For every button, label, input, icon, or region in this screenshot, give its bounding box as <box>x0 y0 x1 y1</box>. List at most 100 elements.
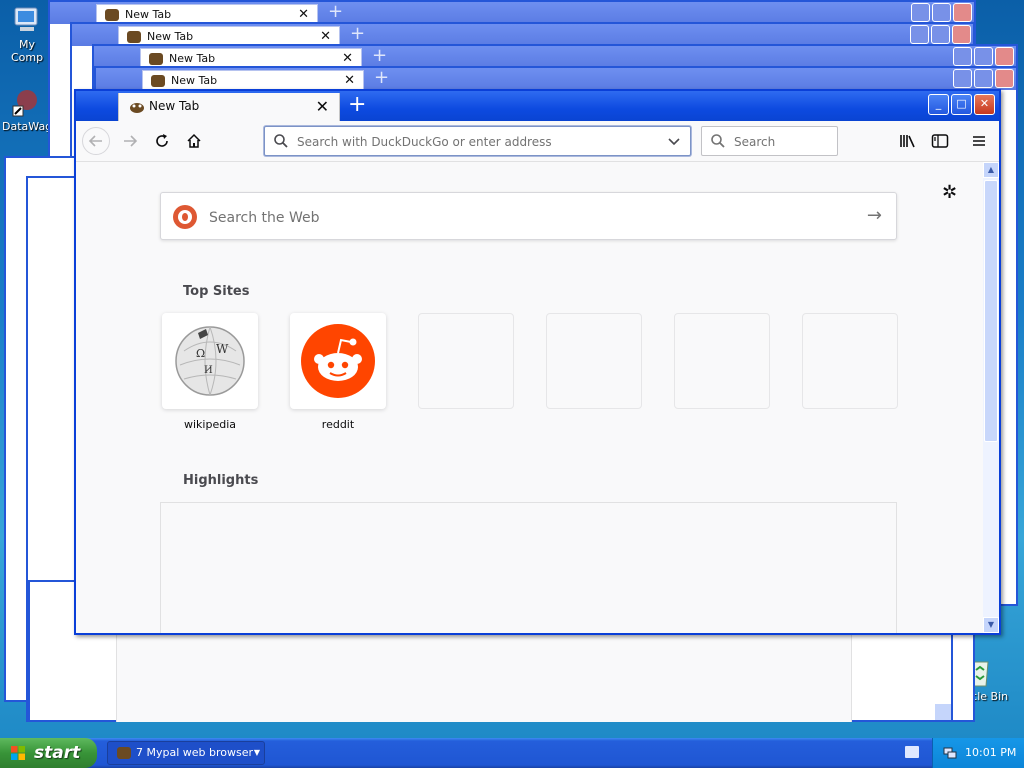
home-button[interactable] <box>182 129 206 153</box>
close-tab-icon[interactable]: ✕ <box>344 71 355 91</box>
close-window-button[interactable] <box>953 3 972 22</box>
background-titlebar: New Tab ✕ + <box>94 46 1016 68</box>
background-tab[interactable]: New Tab ✕ <box>142 70 364 90</box>
search-icon <box>711 134 725 148</box>
window-controls: _ □ ✕ <box>928 94 995 115</box>
top-sites-title: Top Sites <box>183 284 250 299</box>
scroll-up-button[interactable]: ▲ <box>983 162 999 178</box>
vertical-scrollbar[interactable]: ▲ ▼ <box>983 162 999 633</box>
duckduckgo-icon <box>173 205 197 229</box>
top-site-tile-empty <box>802 313 898 409</box>
mypal-favicon-icon <box>151 75 165 87</box>
desktop-icon-label: DataWag <box>2 120 53 133</box>
reload-button[interactable] <box>150 129 174 153</box>
system-tray: 10:01 PM <box>932 738 1024 768</box>
taskbar-button-label: 7 Mypal web browser <box>136 746 254 759</box>
new-tab-icon[interactable]: + <box>350 24 365 44</box>
clock[interactable]: 10:01 PM <box>965 738 1016 768</box>
minimize-button[interactable] <box>910 25 929 44</box>
scroll-down-button[interactable]: ▼ <box>983 617 999 633</box>
background-titlebar: New Tab ✕ + <box>72 24 973 46</box>
web-search-box[interactable]: → <box>160 192 897 240</box>
minimize-button[interactable] <box>953 69 972 88</box>
mypal-favicon-icon <box>105 9 119 21</box>
highlights-title: Highlights <box>183 473 259 488</box>
maximize-button[interactable] <box>974 47 993 66</box>
window-controls <box>953 47 1014 66</box>
background-tab-title: New Tab <box>171 74 218 87</box>
tab-new-tab[interactable]: New Tab ✕ <box>118 93 340 121</box>
library-icon <box>900 135 915 148</box>
chevron-down-icon[interactable] <box>666 133 682 149</box>
gear-icon[interactable]: ✲ <box>942 182 957 203</box>
close-window-button[interactable] <box>995 69 1014 88</box>
taskbar-button-mypal[interactable]: 7 Mypal web browser ▼ <box>107 741 265 765</box>
sidebar-icon <box>931 134 949 148</box>
mypal-favicon-icon <box>117 747 131 759</box>
desktop-icon-datawag[interactable]: DataWag <box>2 86 52 133</box>
computer-icon <box>11 4 43 36</box>
svg-text:W: W <box>216 342 229 356</box>
top-site-tile-reddit[interactable] <box>290 313 386 409</box>
top-site-label: wikipedia <box>183 418 236 431</box>
maximize-button[interactable]: □ <box>951 94 972 115</box>
maximize-button[interactable] <box>931 25 950 44</box>
svg-text:Ω: Ω <box>196 347 205 360</box>
library-button[interactable] <box>896 129 920 153</box>
menu-button[interactable] <box>967 129 991 153</box>
background-tab[interactable]: New Tab ✕ <box>118 26 340 46</box>
tab-title: New Tab <box>149 99 200 113</box>
windows-flag-icon <box>11 746 25 760</box>
minimize-button[interactable] <box>953 47 972 66</box>
reload-icon <box>156 134 168 147</box>
navigation-toolbar <box>76 121 999 162</box>
browser-window[interactable]: New Tab ✕ + _ □ ✕ Search with DuckDuckGo… <box>74 89 1001 635</box>
background-tab[interactable]: New Tab ✕ <box>96 4 318 24</box>
url-input[interactable] <box>295 131 659 153</box>
new-tab-icon[interactable]: + <box>374 68 389 88</box>
search-input[interactable] <box>732 131 832 153</box>
background-scrollbar-down[interactable] <box>935 704 951 720</box>
reddit-icon <box>301 324 375 398</box>
sidebar-button[interactable] <box>928 129 952 153</box>
top-site-tile-empty <box>418 313 514 409</box>
close-window-button[interactable]: ✕ <box>974 94 995 115</box>
mypal-favicon-icon <box>149 53 163 65</box>
forward-icon <box>124 135 138 147</box>
chevron-down-icon: ▼ <box>253 748 260 757</box>
background-titlebar: New Tab ✕ + <box>50 2 974 24</box>
minimize-button[interactable]: _ <box>928 94 949 115</box>
home-icon <box>187 133 201 148</box>
close-window-button[interactable] <box>952 25 971 44</box>
new-tab-button[interactable]: + <box>348 92 366 118</box>
network-icon[interactable] <box>943 746 957 760</box>
search-bar[interactable] <box>701 126 838 156</box>
back-button[interactable] <box>82 127 110 155</box>
search-icon <box>274 134 288 148</box>
datawag-icon <box>11 86 43 118</box>
minimize-button[interactable] <box>911 3 930 22</box>
close-window-button[interactable] <box>995 47 1014 66</box>
new-tab-icon[interactable]: + <box>372 46 387 66</box>
maximize-button[interactable] <box>932 3 951 22</box>
back-icon <box>88 135 102 147</box>
top-site-tile-wikipedia[interactable]: Ω W И <box>162 313 258 409</box>
forward-button[interactable] <box>118 129 142 153</box>
maximize-button[interactable] <box>974 69 993 88</box>
search-submit-arrow-icon[interactable]: → <box>867 205 882 226</box>
newtab-page: ✲ → Top Sites Ω W И wikipedia <box>76 162 981 633</box>
desktop-icon-my-computer[interactable]: My Comp <box>2 4 52 64</box>
keyboard-icon[interactable] <box>905 746 919 758</box>
start-button[interactable]: start <box>0 738 97 768</box>
titlebar[interactable]: New Tab ✕ + _ □ ✕ <box>76 91 999 121</box>
taskbar: start 7 Mypal web browser ▼ 10:01 PM <box>0 738 1024 768</box>
background-tab-title: New Tab <box>147 30 194 43</box>
web-search-input[interactable] <box>207 206 811 230</box>
desktop-icon-label: My Comp <box>10 38 44 64</box>
background-tab[interactable]: New Tab ✕ <box>140 48 362 68</box>
scrollbar-thumb[interactable] <box>984 180 998 442</box>
url-bar[interactable] <box>264 126 691 156</box>
background-tab-title: New Tab <box>169 52 216 65</box>
close-tab-icon[interactable]: ✕ <box>316 97 329 116</box>
new-tab-icon[interactable]: + <box>328 2 343 22</box>
